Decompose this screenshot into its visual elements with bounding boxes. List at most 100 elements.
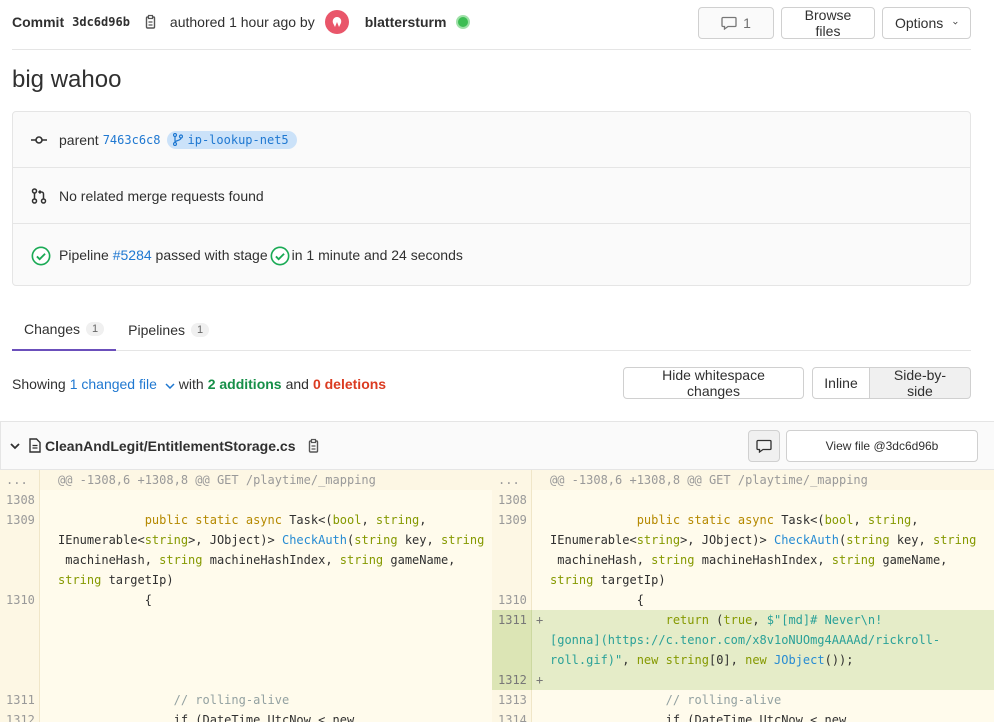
view-file-button[interactable]: View file @3dc6d96b	[786, 430, 978, 462]
line-code: if (DateTime.UtcNow < new	[40, 710, 502, 722]
pipeline-passed-icon[interactable]	[31, 245, 51, 265]
authored-text: authored 1 hour ago by	[169, 14, 315, 30]
commit-info-box: parent 7463c6c8 ip-lookup-net5 No relate…	[12, 111, 971, 286]
chevron-down-icon	[953, 21, 958, 25]
tab-pipelines-label: Pipelines	[128, 321, 185, 338]
line-code: {	[40, 590, 502, 610]
diff-line: 1314 if (DateTime.UtcNow < new	[492, 710, 994, 722]
merge-requests-row: No related merge requests found	[13, 168, 970, 224]
additions-count: 2 additions	[207, 376, 282, 392]
line-number[interactable]: 1310	[0, 590, 40, 610]
line-number[interactable]: 1313	[492, 690, 532, 710]
pipeline-link[interactable]: #5284	[113, 247, 152, 263]
options-dropdown[interactable]: Options	[882, 7, 971, 39]
diff-view-toggle: Inline Side-by-side	[812, 367, 971, 399]
deletions-count: 0 deletions	[312, 376, 387, 392]
commit-meta: Commit 3dc6d96b authored 1 hour ago by b…	[12, 6, 471, 38]
copy-icon[interactable]	[305, 438, 321, 454]
line-number[interactable]: 1310	[492, 590, 532, 610]
line-number[interactable]: 1311	[0, 690, 40, 710]
inline-view-button[interactable]: Inline	[812, 367, 870, 399]
line-code: {	[532, 590, 994, 610]
pipeline-row: Pipeline #5284 passed with stage in 1 mi…	[13, 224, 970, 285]
line-code	[532, 490, 994, 510]
pipeline-prefix: Pipeline	[59, 246, 109, 263]
line-number[interactable]: 1308	[0, 490, 40, 510]
avatar[interactable]	[324, 10, 349, 34]
branch-icon	[172, 133, 183, 146]
comments-button[interactable]: 1	[698, 7, 774, 39]
comment-icon	[721, 16, 737, 30]
line-code: // rolling-alive	[40, 690, 502, 710]
commit-label: Commit	[12, 14, 65, 30]
pipeline-duration: in 1 minute and 24 seconds	[291, 246, 463, 263]
line-code: + return (true, $"[md]# Never\n! [gonna]…	[532, 610, 994, 670]
line-number[interactable]: 1312	[492, 670, 532, 690]
line-code: if (DateTime.UtcNow < new	[532, 710, 994, 722]
line-code: public static async Task<(bool, string, …	[40, 510, 502, 590]
merge-request-icon	[31, 187, 47, 204]
hunk-text: @@ -1308,6 +1308,8 @@ GET /playtime/_map…	[40, 470, 502, 490]
line-number[interactable]: 1314	[492, 710, 532, 722]
line-code: // rolling-alive	[532, 690, 994, 710]
tab-changes[interactable]: Changes 1	[12, 308, 117, 351]
diff-view-actions: Hide whitespace changes Inline Side-by-s…	[623, 367, 971, 399]
hunk-header: ... @@ -1308,6 +1308,8 @@ GET /playtime/…	[0, 470, 502, 490]
line-number[interactable]: 1312	[0, 710, 40, 722]
browse-files-button[interactable]: Browse files	[781, 7, 875, 39]
toggle-comments-button[interactable]	[748, 430, 780, 462]
stage-passed-icon[interactable]	[270, 245, 290, 265]
diff-line: 1310 {	[492, 590, 994, 610]
chevron-down-icon[interactable]	[9, 442, 21, 450]
diff-line: 1308	[0, 490, 502, 510]
hunk-header: ... @@ -1308,6 +1308,8 @@ GET /playtime/…	[492, 470, 994, 490]
changed-files-label: 1 changed file	[69, 376, 157, 392]
diff-line: 1313 // rolling-alive	[492, 690, 994, 710]
commit-tabs: Changes 1 Pipelines 1	[12, 308, 971, 351]
and-text: and	[285, 376, 309, 392]
parent-sha-link[interactable]: 7463c6c8	[103, 133, 161, 147]
commit-icon	[31, 132, 47, 148]
branch-pill[interactable]: ip-lookup-net5	[166, 130, 297, 149]
showing-text: Showing	[12, 376, 66, 392]
tab-pipelines-count: 1	[191, 322, 210, 337]
line-number[interactable]: 1308	[492, 490, 532, 510]
diff-line-added: 1311 + return (true, $"[md]# Never\n! [g…	[492, 610, 994, 670]
options-label: Options	[895, 15, 944, 31]
diff-left: ... @@ -1308,6 +1308,8 @@ GET /playtime/…	[0, 470, 502, 722]
line-number: ...	[492, 470, 532, 490]
code-text: return (true, $"[md]# Never\n! [gonna](h…	[550, 613, 941, 667]
diff-right: ... @@ -1308,6 +1308,8 @@ GET /playtime/…	[492, 470, 994, 722]
chevron-down-icon	[165, 383, 175, 390]
commit-sha: 3dc6d96b	[72, 15, 130, 29]
plus-marker: +	[536, 613, 544, 627]
code-text: public static async Task<(bool, string, …	[550, 513, 977, 587]
branch-name: ip-lookup-net5	[187, 132, 289, 147]
diff-view: ... @@ -1308,6 +1308,8 @@ GET /playtime/…	[0, 470, 994, 722]
tab-changes-label: Changes	[24, 320, 81, 337]
line-code: public static async Task<(bool, string, …	[532, 510, 994, 590]
with-text: with	[178, 376, 204, 392]
commit-header: Commit 3dc6d96b authored 1 hour ago by b…	[12, 6, 971, 50]
line-number	[0, 610, 40, 690]
tab-pipelines[interactable]: Pipelines 1	[116, 308, 221, 351]
copy-icon[interactable]	[142, 14, 158, 30]
file-actions: View file @3dc6d96b	[748, 430, 978, 462]
author-link[interactable]: blattersturm	[365, 14, 447, 30]
plus-marker: +	[536, 673, 544, 687]
merge-requests-text: No related merge requests found	[59, 187, 264, 204]
file-header: CleanAndLegit/EntitlementStorage.cs View…	[0, 421, 994, 470]
side-by-side-view-button[interactable]: Side-by-side	[870, 367, 971, 399]
diff-line: 1308	[492, 490, 994, 510]
line-number[interactable]: 1311	[492, 610, 532, 670]
file-icon	[29, 438, 41, 453]
diff-summary: Showing 1 changed file with 2 additions …	[12, 376, 386, 392]
pipeline-status-text: passed with stage	[155, 246, 268, 263]
line-number[interactable]: 1309	[0, 510, 40, 590]
changed-files-dropdown[interactable]: 1 changed file	[70, 376, 175, 392]
comment-icon	[756, 439, 772, 453]
line-number[interactable]: 1309	[492, 510, 532, 590]
line-code	[40, 490, 502, 510]
hide-whitespace-button[interactable]: Hide whitespace changes	[623, 367, 804, 399]
parent-row: parent 7463c6c8 ip-lookup-net5	[13, 112, 970, 168]
